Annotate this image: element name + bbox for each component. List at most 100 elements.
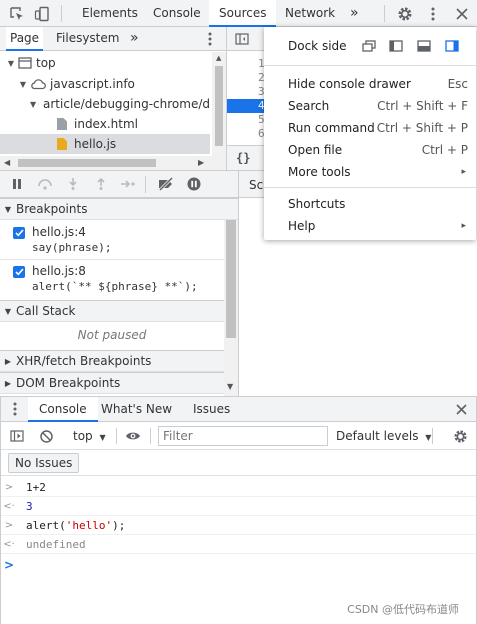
- tree-item-top[interactable]: ▼ top: [0, 53, 210, 73]
- menu-item-shortcuts[interactable]: Shortcuts: [264, 193, 476, 215]
- menu-item-more-tools[interactable]: More tools ▸: [264, 161, 476, 183]
- menu-item-help[interactable]: Help ▸: [264, 215, 476, 237]
- device-toolbar-icon[interactable]: [33, 5, 51, 22]
- toggle-navigator-icon[interactable]: [234, 32, 250, 46]
- navigator-tabs: Page Filesystem »: [0, 27, 226, 51]
- tree-item-label: hello.js: [74, 137, 117, 151]
- submenu-arrow-icon: ▸: [461, 221, 466, 231]
- deactivate-breakpoints-icon[interactable]: [156, 176, 176, 192]
- dock-right-icon[interactable]: [444, 39, 460, 53]
- tab-scope[interactable]: Sc: [249, 178, 263, 192]
- tree-item-hello-js[interactable]: hello.js: [0, 134, 210, 154]
- tab-page[interactable]: Page: [6, 27, 44, 51]
- section-title: DOM Breakpoints: [16, 376, 121, 390]
- show-console-sidebar-icon[interactable]: [9, 429, 25, 443]
- menu-item-shortcut: Esc: [447, 77, 468, 91]
- menu-item-label: Search: [288, 99, 330, 113]
- navigator-menu-kebab-icon[interactable]: [204, 30, 216, 48]
- window-border: [0, 396, 1, 624]
- pause-icon[interactable]: [10, 177, 24, 191]
- menu-item-search[interactable]: Search Ctrl + Shift + F: [264, 95, 476, 117]
- editor-tabs: [227, 27, 264, 51]
- clear-console-icon[interactable]: [38, 429, 54, 443]
- console-input-row: > alert('hello');: [0, 516, 477, 535]
- scrollbar-thumb[interactable]: [18, 159, 156, 167]
- menu-item-open-file[interactable]: Open file Ctrl + P: [264, 139, 476, 161]
- dock-side-row: Dock side: [264, 35, 476, 57]
- prompt-chevron-icon: >: [3, 558, 15, 572]
- breakpoint-item[interactable]: hello.js:4 say(phrase);: [0, 220, 224, 260]
- tab-console[interactable]: Console: [143, 0, 211, 27]
- drawer-menu-kebab-icon[interactable]: [8, 402, 22, 416]
- breakpoint-marker[interactable]: 4: [227, 99, 265, 113]
- step-out-icon[interactable]: [94, 177, 108, 191]
- tree-item-index-html[interactable]: index.html: [0, 114, 210, 134]
- pause-on-exceptions-icon[interactable]: [186, 176, 202, 192]
- submenu-arrow-icon: ▸: [461, 167, 466, 177]
- call-stack-section-header[interactable]: ▼ Call Stack: [0, 300, 224, 322]
- tab-issues[interactable]: Issues: [193, 397, 230, 422]
- console-prompt[interactable]: >: [0, 554, 477, 576]
- tab-sources[interactable]: Sources: [209, 0, 277, 27]
- pretty-print-button[interactable]: {}: [236, 151, 250, 165]
- file-tree: ▼ top ▼ javascript.info ▼ article/debugg…: [0, 52, 226, 170]
- tab-network[interactable]: Network: [275, 0, 345, 27]
- scroll-down-arrow-icon[interactable]: ▼: [227, 382, 233, 391]
- tab-elements[interactable]: Elements: [72, 0, 148, 27]
- tree-item-label: javascript.info: [50, 77, 135, 91]
- menu-separator: [264, 65, 476, 66]
- frame-icon: [18, 57, 32, 69]
- no-issues-button[interactable]: No Issues: [8, 453, 80, 473]
- menu-item-run-command[interactable]: Run command Ctrl + Shift + P: [264, 117, 476, 139]
- tree-horizontal-scrollbar[interactable]: ◀ ▶: [0, 156, 226, 170]
- breakpoints-section-header[interactable]: ▼ Breakpoints: [0, 198, 238, 220]
- menu-item-label: Run command: [288, 121, 375, 135]
- navigator-more-button[interactable]: »: [126, 27, 143, 51]
- scrollbar-thumb[interactable]: [226, 220, 236, 338]
- more-tabs-button[interactable]: »: [345, 0, 364, 27]
- tab-drawer-console[interactable]: Console: [28, 397, 98, 422]
- console-filter-input[interactable]: [158, 426, 328, 446]
- file-icon: [57, 118, 67, 130]
- context-selector[interactable]: top ▼: [73, 429, 106, 443]
- tree-item-folder[interactable]: ▼ article/debugging-chrome/d: [0, 94, 210, 114]
- input-chevron-icon: >: [4, 481, 14, 493]
- dropdown-arrow-icon: ▼: [99, 433, 106, 442]
- context-label: top: [73, 429, 93, 443]
- console-result-number: 3: [26, 499, 33, 513]
- sidebar-vertical-scrollbar[interactable]: ▼: [224, 220, 238, 396]
- scroll-right-arrow-icon[interactable]: ▶: [198, 158, 204, 167]
- close-devtools-icon[interactable]: [452, 4, 471, 23]
- tree-vertical-scrollbar[interactable]: ▲: [212, 52, 226, 156]
- menu-item-label: More tools: [288, 165, 351, 179]
- close-drawer-icon[interactable]: [453, 402, 469, 416]
- menu-item-hide-console-drawer[interactable]: Hide console drawer Esc: [264, 73, 476, 95]
- dock-left-icon[interactable]: [388, 39, 404, 53]
- customize-menu-kebab-icon[interactable]: [423, 4, 442, 23]
- step-into-icon[interactable]: [66, 177, 80, 191]
- console-input-text: 1+2: [26, 480, 46, 494]
- collapse-arrow-icon: ▼: [4, 306, 12, 316]
- breakpoint-item[interactable]: hello.js:8 alert(`** ${phrase} **`);: [0, 261, 224, 301]
- live-expression-eye-icon[interactable]: [124, 429, 142, 443]
- breakpoint-checkbox[interactable]: [13, 227, 25, 239]
- xhr-breakpoints-section-header[interactable]: ▶ XHR/fetch Breakpoints: [0, 350, 224, 372]
- undock-icon[interactable]: [361, 39, 377, 53]
- scrollbar-thumb[interactable]: [215, 66, 223, 146]
- dock-bottom-icon[interactable]: [416, 39, 432, 53]
- inspect-element-icon[interactable]: [8, 5, 26, 22]
- console-settings-gear-icon[interactable]: [452, 428, 469, 445]
- tree-item-javascript-info[interactable]: ▼ javascript.info: [0, 74, 210, 94]
- tab-filesystem[interactable]: Filesystem: [52, 27, 123, 51]
- step-over-icon[interactable]: [36, 177, 54, 191]
- log-levels-dropdown[interactable]: Default levels ▼: [336, 429, 431, 443]
- expand-arrow-icon: ▼: [7, 58, 15, 68]
- tab-whats-new[interactable]: What's New: [101, 397, 172, 422]
- scroll-left-arrow-icon[interactable]: ◀: [4, 158, 10, 167]
- settings-gear-icon[interactable]: [395, 4, 414, 23]
- breakpoint-checkbox[interactable]: [13, 266, 25, 278]
- step-icon[interactable]: [120, 177, 136, 191]
- scroll-up-arrow-icon[interactable]: ▲: [216, 54, 221, 62]
- dom-breakpoints-section-header[interactable]: ▶ DOM Breakpoints: [0, 372, 224, 394]
- section-title: XHR/fetch Breakpoints: [16, 354, 152, 368]
